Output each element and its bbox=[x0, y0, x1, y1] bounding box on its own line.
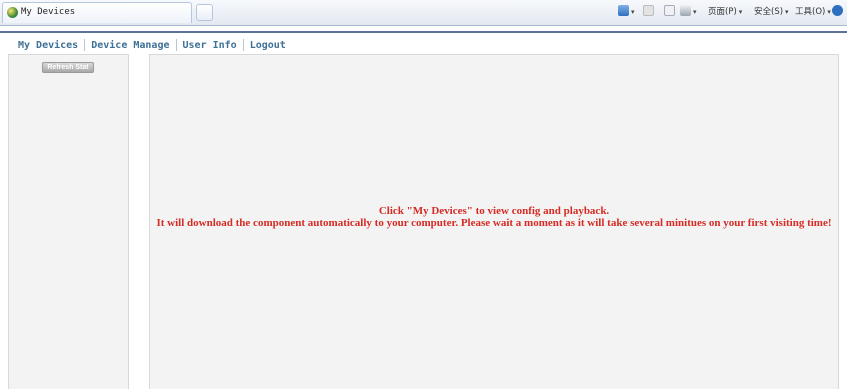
main-nav: My Devices Device Manage User Info Logou… bbox=[18, 38, 286, 52]
nav-my-devices[interactable]: My Devices bbox=[18, 40, 78, 51]
chevron-down-icon: ▾ bbox=[631, 8, 635, 16]
nav-separator bbox=[84, 39, 86, 51]
chevron-down-icon: ▾ bbox=[738, 8, 743, 16]
browser-tab[interactable]: My Devices bbox=[2, 2, 192, 23]
print-button[interactable]: ▾ bbox=[680, 5, 697, 19]
chevron-down-icon: ▾ bbox=[785, 8, 789, 16]
tab-title: My Devices bbox=[21, 7, 76, 17]
printer-icon bbox=[680, 5, 691, 16]
nav-separator bbox=[242, 39, 244, 51]
help-button[interactable] bbox=[832, 5, 843, 19]
browser-command-bar: My Devices ▾ ▾ 页面(P) ▾ 安全(S) ▾ 工具(O) ▾ bbox=[0, 0, 847, 26]
ie-page-icon bbox=[7, 7, 18, 18]
nav-logout[interactable]: Logout bbox=[250, 40, 286, 51]
feeds-icon bbox=[643, 5, 654, 16]
refresh-status-button[interactable]: Refresh Stat bbox=[42, 62, 94, 73]
safety-menu-label: 安全(S) bbox=[754, 7, 784, 17]
home-icon bbox=[618, 5, 629, 16]
new-tab-button[interactable] bbox=[196, 4, 213, 21]
header-divider bbox=[0, 31, 847, 33]
mail-button[interactable] bbox=[664, 5, 675, 19]
chevron-down-icon: ▾ bbox=[693, 8, 697, 16]
page-menu-label: 页面(P) bbox=[708, 7, 737, 17]
help-icon bbox=[832, 5, 843, 16]
chevron-down-icon: ▾ bbox=[827, 8, 831, 16]
mail-icon bbox=[664, 5, 675, 16]
feeds-button[interactable] bbox=[643, 5, 654, 19]
nav-device-manage[interactable]: Device Manage bbox=[91, 40, 169, 51]
page-menu[interactable]: 页面(P) ▾ bbox=[708, 5, 742, 19]
notice-line-1: Click "My Devices" to view config and pl… bbox=[378, 205, 610, 217]
nav-separator bbox=[175, 39, 177, 51]
tools-menu[interactable]: 工具(O) ▾ bbox=[795, 5, 831, 19]
home-button[interactable]: ▾ bbox=[618, 5, 635, 19]
tools-menu-label: 工具(O) bbox=[795, 7, 826, 17]
nav-user-info[interactable]: User Info bbox=[183, 40, 237, 51]
download-notice: Click "My Devices" to view config and pl… bbox=[150, 205, 838, 229]
device-sidebar bbox=[8, 54, 129, 389]
safety-menu[interactable]: 安全(S) ▾ bbox=[754, 5, 789, 19]
notice-line-2: It will download the component automatic… bbox=[156, 217, 832, 229]
